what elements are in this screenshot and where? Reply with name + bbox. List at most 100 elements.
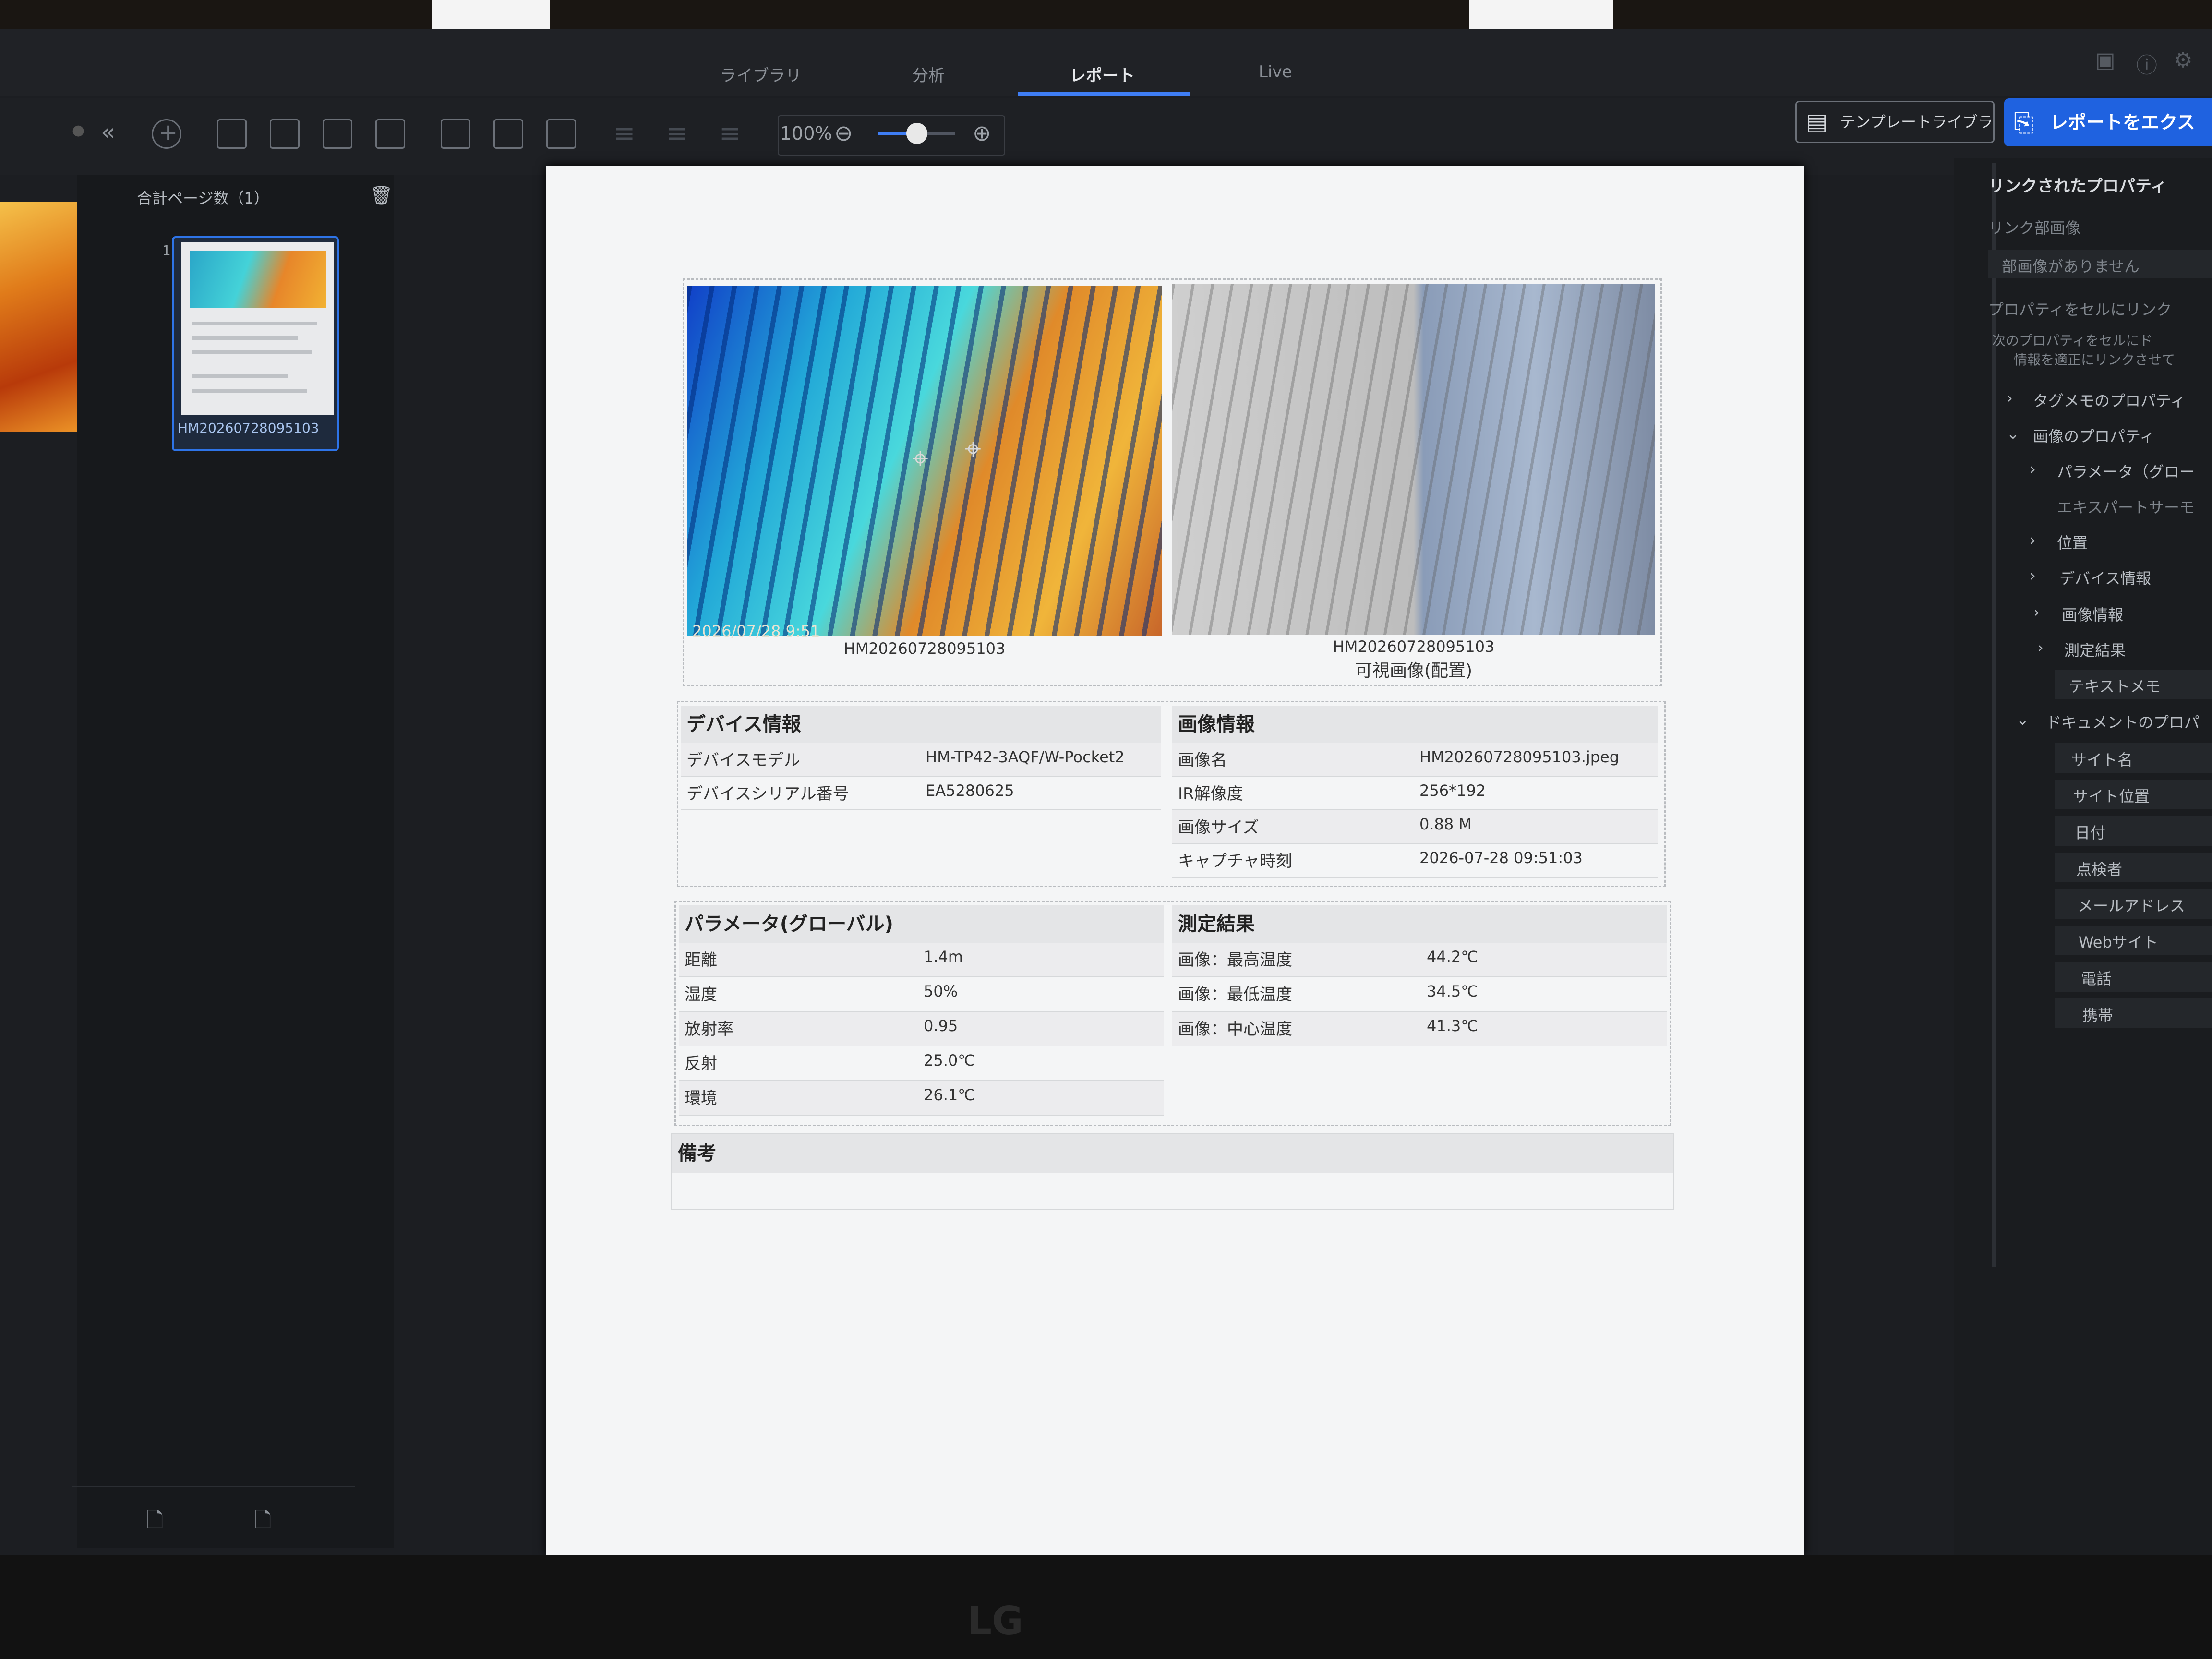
row-key: 画像：最低温度: [1178, 985, 1292, 1004]
table-tool-icon[interactable]: [270, 119, 300, 149]
prop-item-tag-memo[interactable]: タグメモのプロパティ: [2033, 389, 2186, 411]
row-key: IR解像度: [1178, 784, 1243, 804]
settings-icon[interactable]: ⚙: [2174, 48, 2192, 72]
prop-item-document-props[interactable]: ドキュメントのプロパ: [2046, 710, 2200, 733]
table-row: 反射 25.0℃: [679, 1046, 1164, 1081]
linked-properties-title: リンクされたプロパティ: [1988, 177, 2167, 196]
row-value: 1.4m: [924, 948, 963, 966]
row-value: 34.5℃: [1427, 982, 1479, 1000]
row-value: 44.2℃: [1427, 948, 1479, 966]
page-thumbnail-label: HM20260728095103: [178, 420, 319, 436]
prop-item-params[interactable]: パラメータ（グロー: [2057, 460, 2195, 482]
table-row: 環境 26.1℃: [679, 1081, 1164, 1116]
thumbnail-line: [192, 350, 312, 354]
properties-scrollbar[interactable]: [1992, 163, 1996, 1267]
image-info-table: 画像情報 画像名 HM20260728095103.jpeg IR解像度 256…: [1172, 706, 1658, 883]
row-value: 26.1℃: [924, 1086, 975, 1104]
thermal-caption: HM20260728095103: [843, 639, 1006, 658]
prop-item-website[interactable]: Webサイト: [2079, 930, 2158, 952]
tab-live[interactable]: Live: [1259, 62, 1292, 82]
monitor-brand-logo: LG: [967, 1599, 1023, 1643]
desk-background: [0, 0, 2212, 29]
prop-item-expert[interactable]: エキスパートサーモ: [2057, 495, 2195, 517]
prop-item-mobile[interactable]: 携帯: [2082, 1003, 2113, 1025]
help-icon[interactable]: ⓘ: [2136, 48, 2157, 79]
prop-chip: [2055, 998, 2212, 1028]
align-left-icon[interactable]: ≡: [613, 118, 635, 148]
prop-item-image-props[interactable]: 画像のプロパティ: [2033, 424, 2155, 446]
grid-tool-icon[interactable]: [375, 119, 405, 149]
image-tool-icon[interactable]: [323, 119, 352, 149]
chevron-right-icon[interactable]: ›: [2030, 460, 2036, 478]
thumbnail-line: [192, 374, 288, 378]
align-right-icon[interactable]: ≡: [719, 118, 741, 148]
edit-page-icon[interactable]: 🗋: [254, 1505, 271, 1541]
trash-icon[interactable]: 🗑: [370, 185, 393, 206]
chevron-right-icon[interactable]: ›: [2037, 638, 2044, 657]
prop-item-inspector[interactable]: 点検者: [2076, 857, 2122, 879]
zoom-slider-handle[interactable]: [906, 123, 927, 144]
chevron-down-icon[interactable]: ⌄: [2016, 710, 2029, 729]
visible-caption-2: 可視画像(配置): [1355, 661, 1473, 681]
zoom-in-icon[interactable]: ⊕: [973, 120, 991, 146]
tab-library[interactable]: ライブラリ: [720, 62, 802, 86]
prop-item-location[interactable]: 位置: [2057, 531, 2088, 553]
template-icon: ▤: [1806, 108, 1828, 135]
export-report-button[interactable]: レポートをエクス: [2004, 98, 2212, 146]
page-layout-icon[interactable]: [441, 119, 470, 149]
total-pages-label: 合計ページ数（1）: [137, 189, 269, 207]
table-row: キャプチャ時刻 2026-07-28 09:51:03: [1172, 844, 1658, 878]
prop-item-text-memo[interactable]: テキストメモ: [2069, 674, 2161, 697]
row-value: 25.0℃: [924, 1051, 975, 1070]
table-row: デバイスモデル HM-TP42-3AQF/W-Pocket2: [681, 743, 1161, 777]
notes-title: 備考: [672, 1134, 1673, 1173]
tab-analysis[interactable]: 分析: [912, 62, 945, 86]
prop-item-site-location[interactable]: サイト位置: [2073, 784, 2150, 806]
device-info-table: デバイス情報 デバイスモデル HM-TP42-3AQF/W-Pocket2 デバ…: [681, 706, 1161, 883]
image-info-title: 画像情報: [1172, 706, 1658, 743]
prop-item-phone[interactable]: 電話: [2081, 967, 2112, 989]
monitor-bezel: [0, 1555, 2212, 1659]
add-page-icon[interactable]: 🗋: [146, 1505, 163, 1541]
table-row: 湿度 50%: [679, 977, 1164, 1012]
page-footer-icon[interactable]: [493, 119, 523, 149]
chevron-right-icon[interactable]: ›: [2033, 603, 2040, 621]
text-tool-icon[interactable]: [217, 119, 247, 149]
no-image-text: 部画像がありません: [2002, 257, 2140, 276]
table-row: 画像名 HM20260728095103.jpeg: [1172, 743, 1658, 777]
tab-report[interactable]: レポート: [1070, 62, 1135, 86]
prop-item-device-info[interactable]: デバイス情報: [2059, 566, 2151, 589]
chevron-right-icon[interactable]: ›: [2030, 531, 2036, 549]
chevron-right-icon[interactable]: ›: [2007, 389, 2013, 407]
row-value: 0.95: [924, 1017, 958, 1035]
row-key: 放射率: [685, 1020, 733, 1039]
hint-line-2: 情報を適正にリンクさせて: [2014, 352, 2176, 368]
dot-icon: ●: [72, 122, 85, 139]
page-copy-icon[interactable]: [546, 119, 576, 149]
zoom-out-icon[interactable]: ⊖: [834, 120, 853, 146]
row-key: 画像：中心温度: [1178, 1020, 1292, 1039]
results-table: 測定結果 画像：最高温度 44.2℃ 画像：最低温度 34.5℃ 画像：中心温度…: [1172, 905, 1667, 1049]
row-key: 画像名: [1178, 751, 1227, 770]
prop-item-email[interactable]: メールアドレス: [2078, 894, 2185, 916]
save-icon[interactable]: ▣: [2095, 48, 2116, 72]
thumbnail-line: [192, 389, 307, 393]
align-center-icon[interactable]: ≡: [666, 118, 688, 148]
prop-item-results[interactable]: 測定結果: [2064, 638, 2126, 661]
prop-item-image-info[interactable]: 画像情報: [2062, 603, 2123, 625]
chevron-right-icon[interactable]: ›: [2030, 566, 2036, 585]
prop-item-site-name[interactable]: サイト名: [2071, 748, 2133, 770]
row-key: 反射: [685, 1054, 717, 1073]
row-key: 湿度: [685, 985, 717, 1004]
table-row: 画像サイズ 0.88 M: [1172, 810, 1658, 844]
linked-image-label: リンク部画像: [1988, 219, 2081, 237]
row-key: 画像サイズ: [1178, 818, 1259, 837]
zoom-level: 100%: [780, 123, 832, 144]
row-value: 0.88 M: [1419, 815, 1472, 833]
collapse-panel-icon[interactable]: «: [101, 118, 116, 146]
prop-item-date[interactable]: 日付: [2075, 821, 2105, 843]
chevron-down-icon[interactable]: ⌄: [2007, 424, 2020, 443]
visible-image[interactable]: [1172, 284, 1655, 635]
params-table: パラメータ(グローバル) 距離 1.4m 湿度 50% 放射率 0.95 反射 …: [679, 905, 1164, 1122]
table-row: 距離 1.4m: [679, 943, 1164, 977]
